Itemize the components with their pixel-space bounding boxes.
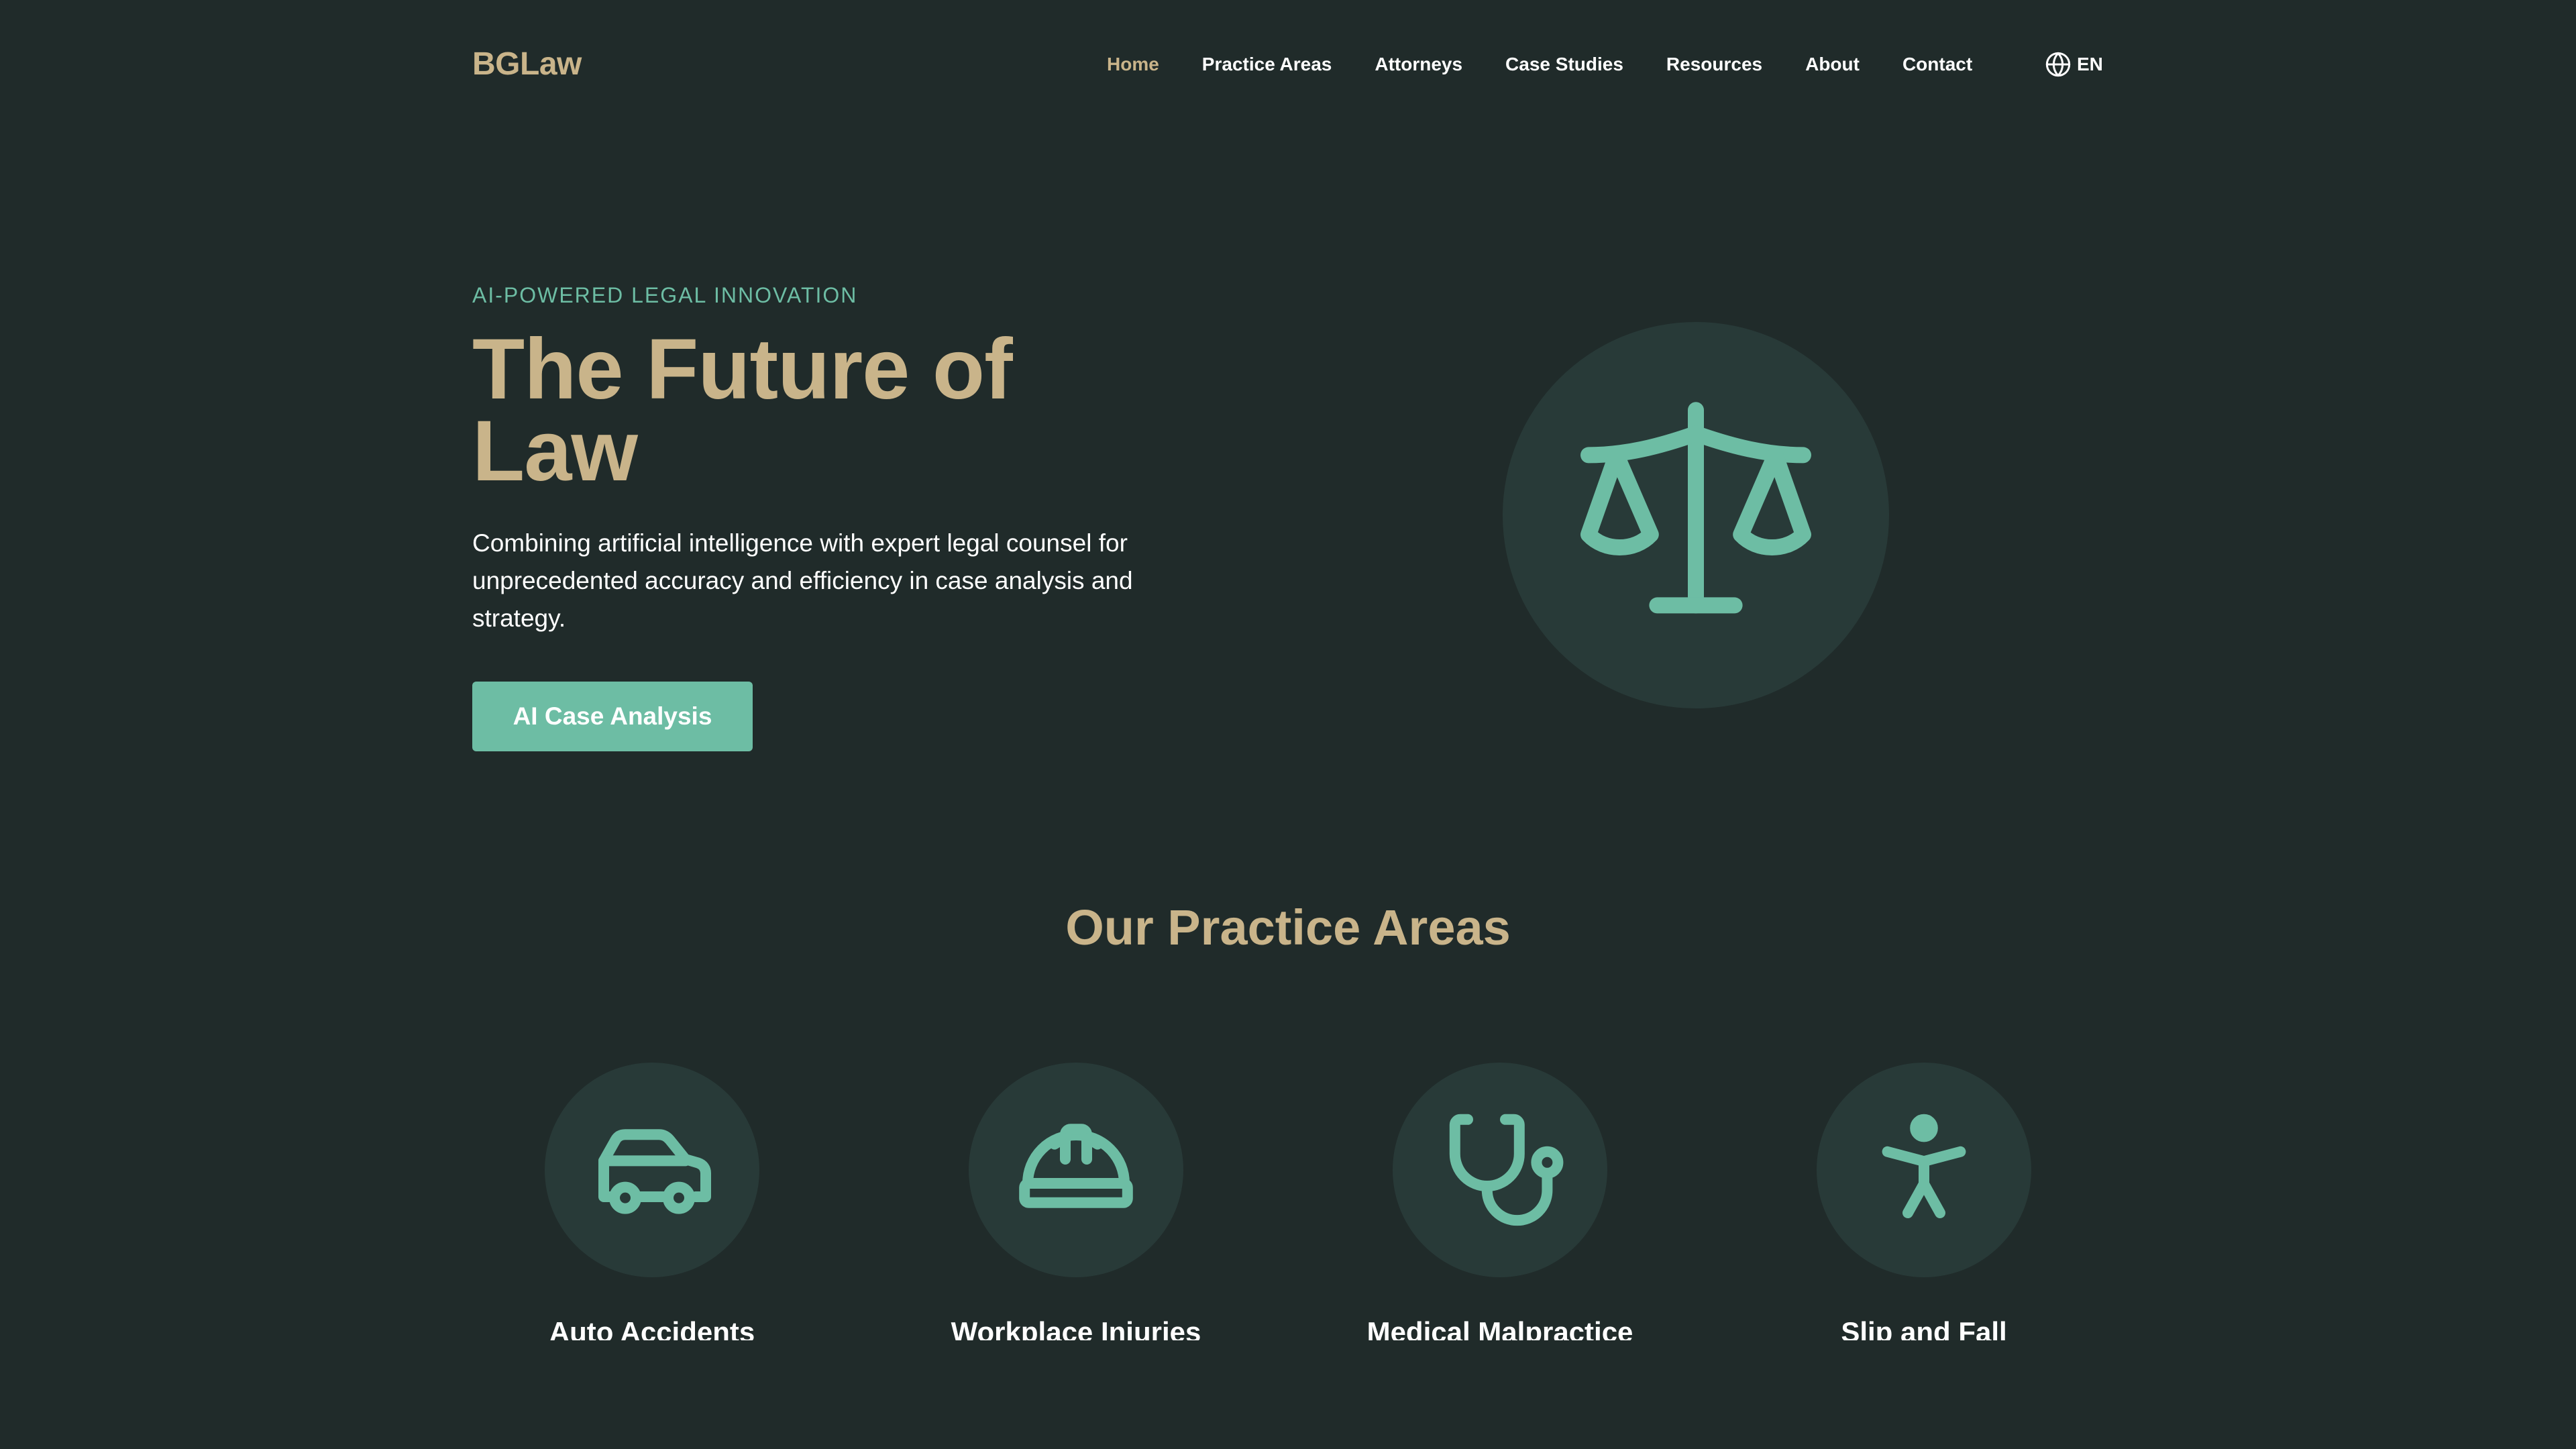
globe-icon (2045, 52, 2071, 77)
practice-area-card[interactable]: Auto Accidents (443, 1063, 818, 1344)
nav-item-case-studies[interactable]: Case Studies (1505, 52, 1623, 76)
scales-of-justice-icon (1580, 402, 1811, 614)
main-nav: Home Practice Areas Attorneys Case Studi… (1107, 52, 2015, 76)
practice-areas-title: Our Practice Areas (1065, 900, 1511, 955)
practice-area-label: Slip and Fall (1841, 1316, 2007, 1340)
practice-area-icon-circle (1393, 1063, 1607, 1277)
practice-area-card[interactable]: Slip and Fall (1715, 1063, 2090, 1344)
practice-area-label: Workplace Injuries (951, 1316, 1201, 1340)
practice-area-label: Auto Accidents (549, 1316, 755, 1340)
hard-hat-icon (1019, 1124, 1133, 1208)
car-icon (598, 1129, 711, 1214)
site-logo[interactable]: BGLaw (472, 44, 582, 85)
page: BGLaw Home Practice Areas Attorneys Case… (0, 0, 2576, 1449)
practice-area-card[interactable]: Workplace Injuries (867, 1063, 1242, 1344)
practice-area-card[interactable]: Medical Malpractice (1291, 1063, 1666, 1344)
ai-case-analysis-button[interactable]: AI Case Analysis (472, 682, 753, 751)
hero-title: The Future of Law (472, 321, 1013, 499)
stethoscope-icon (1449, 1114, 1564, 1226)
practice-area-icon-circle (969, 1063, 1183, 1277)
practice-area-icon-circle (545, 1063, 759, 1277)
language-selector[interactable]: EN (2045, 50, 2103, 79)
nav-item-about[interactable]: About (1805, 52, 1860, 76)
nav-item-home[interactable]: Home (1107, 52, 1159, 76)
nav-item-practice-areas[interactable]: Practice Areas (1202, 52, 1332, 76)
nav-item-attorneys[interactable]: Attorneys (1375, 52, 1462, 76)
nav-item-resources[interactable]: Resources (1666, 52, 1762, 76)
hero-eyebrow: AI-POWERED LEGAL INNOVATION (472, 283, 858, 307)
practice-area-label: Medical Malpractice (1366, 1316, 1633, 1340)
nav-item-contact[interactable]: Contact (1902, 52, 1972, 76)
hero-description: Combining artificial intelligence with e… (472, 529, 1133, 632)
language-label: EN (2077, 54, 2103, 74)
hero-illustration (1503, 322, 1889, 708)
person-icon (1882, 1114, 1966, 1218)
practice-area-icon-circle (1817, 1063, 2031, 1277)
